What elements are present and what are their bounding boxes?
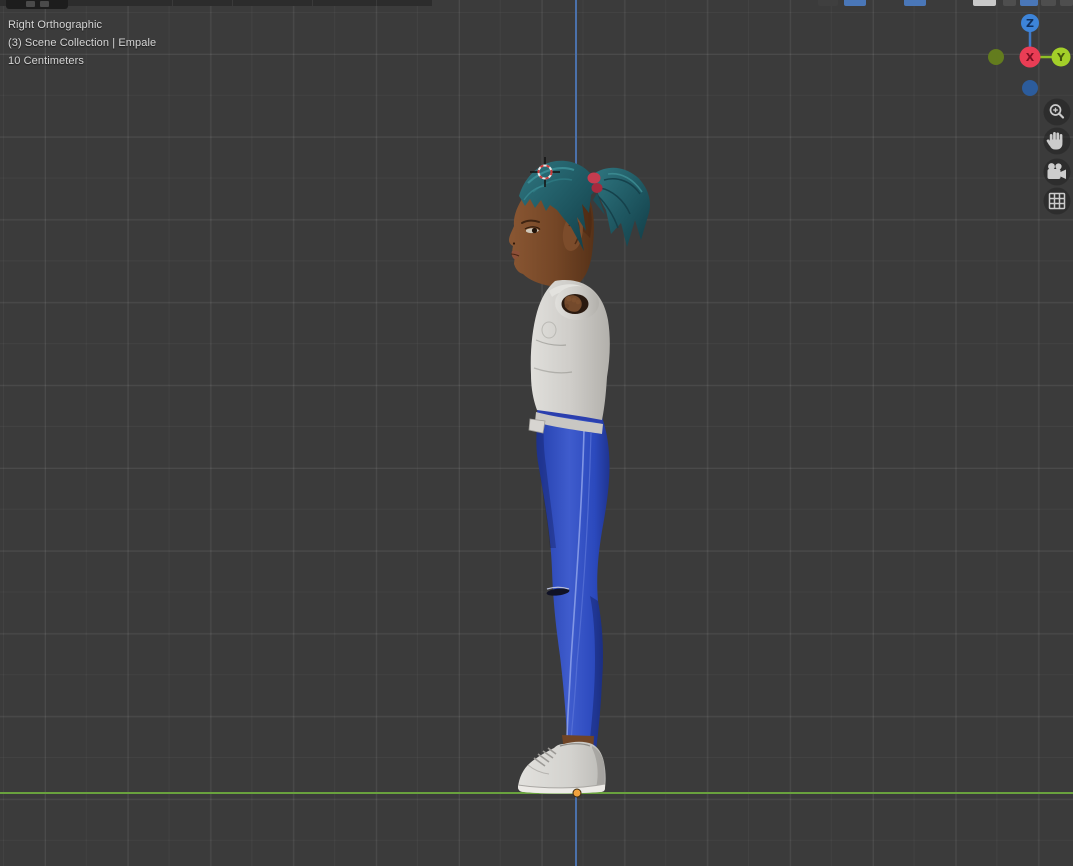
view-mode-label: Right Orthographic xyxy=(8,16,156,34)
pan-button[interactable] xyxy=(1044,128,1071,155)
hair-tie xyxy=(588,173,601,184)
projection-toggle-button[interactable] xyxy=(1044,188,1071,215)
svg-text:X: X xyxy=(1026,51,1035,64)
nostril xyxy=(513,242,515,244)
header-toggle-2[interactable] xyxy=(844,0,866,6)
belt-tab xyxy=(529,419,545,433)
pupil xyxy=(532,228,537,233)
grid-scale-label: 10 Centimeters xyxy=(8,52,156,70)
header-toggle-6[interactable] xyxy=(1020,0,1038,6)
svg-text:Z: Z xyxy=(1026,17,1034,30)
gizmo-axis-y[interactable]: Y xyxy=(1052,48,1071,67)
zoom-button[interactable] xyxy=(1044,99,1071,126)
navigation-gizmo[interactable]: Z Y X xyxy=(988,14,1071,96)
header-toggle-7[interactable] xyxy=(1041,0,1056,6)
gizmo-axis-x[interactable]: X xyxy=(1020,47,1041,68)
viewport-nav-buttons xyxy=(1044,99,1071,215)
shirt xyxy=(529,280,610,434)
svg-text:Y: Y xyxy=(1056,51,1066,64)
object-origin[interactable] xyxy=(573,789,581,797)
pants xyxy=(536,410,609,750)
character-model[interactable] xyxy=(509,161,650,794)
header-toggle-5[interactable] xyxy=(1003,0,1016,6)
header-toggle-4[interactable] xyxy=(973,0,996,6)
gizmo-axis-neg-y[interactable] xyxy=(988,49,1004,65)
scene-layer: Z Y X xyxy=(0,0,1073,866)
header-partial-widget[interactable] xyxy=(6,0,68,9)
header-toggle-1[interactable] xyxy=(818,0,838,6)
gizmo-axis-z[interactable]: Z xyxy=(1021,14,1039,32)
header-toggle-3[interactable] xyxy=(904,0,926,6)
3d-viewport[interactable]: Z Y X xyxy=(0,0,1073,866)
scene-context-label: (3) Scene Collection | Empale xyxy=(8,34,156,52)
camera-view-button[interactable] xyxy=(1044,159,1071,186)
gizmo-axis-neg-z[interactable] xyxy=(1022,80,1038,96)
viewport-text-overlay: Right Orthographic (3) Scene Collection … xyxy=(8,16,156,70)
sneaker xyxy=(518,742,606,794)
header-toggle-8[interactable] xyxy=(1060,0,1073,6)
